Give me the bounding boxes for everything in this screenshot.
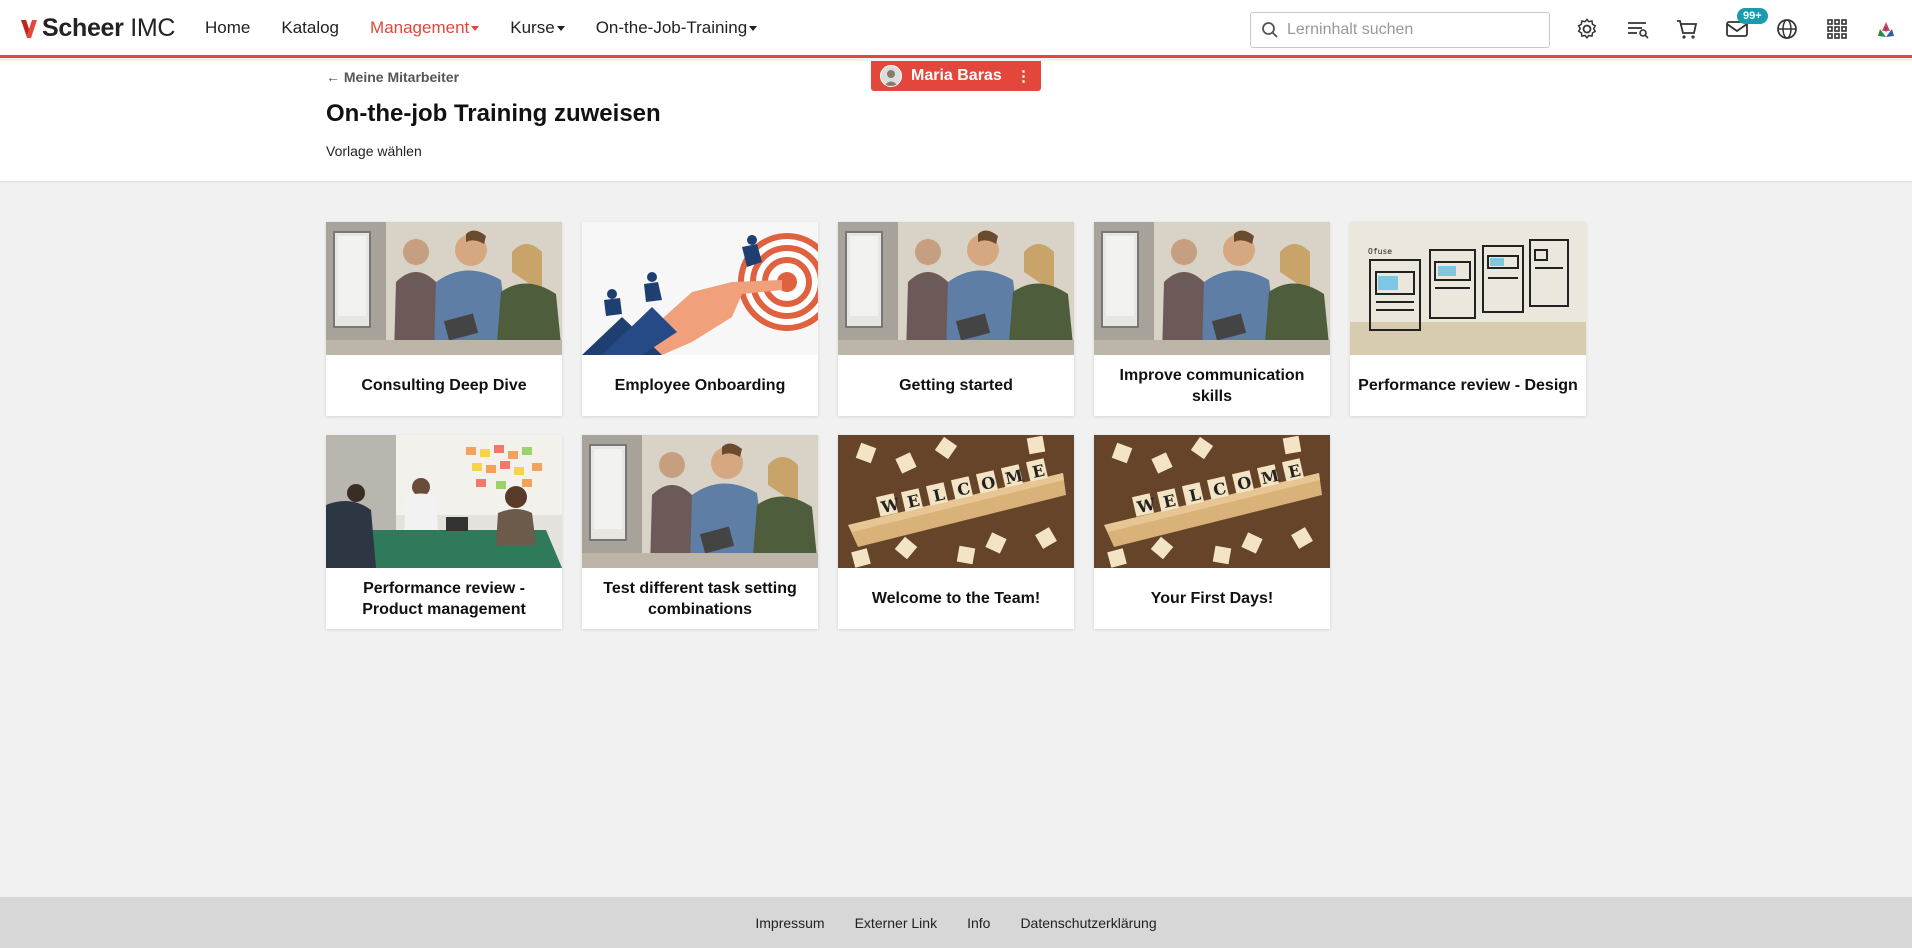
cart-icon — [1677, 20, 1698, 39]
footer-link-externer-link[interactable]: Externer Link — [855, 915, 937, 931]
card-title: Improve communication skills — [1119, 366, 1305, 405]
footer-link-info[interactable]: Info — [967, 915, 990, 931]
card-title: Performance review - Product management — [362, 579, 526, 618]
apps-grid-icon — [1827, 19, 1847, 39]
app-logo-button[interactable] — [1874, 17, 1898, 41]
globe-icon — [1777, 19, 1797, 39]
card-image — [838, 222, 1074, 355]
scheer-logo-icon — [21, 19, 37, 38]
back-link[interactable]: ← Meine Mitarbeiter — [326, 69, 459, 85]
playlist-search-icon — [1628, 22, 1649, 39]
card-image — [582, 222, 818, 355]
nav-kurse[interactable]: Kurse — [510, 18, 565, 38]
brand-logo[interactable]: Scheer IMC — [20, 14, 175, 43]
template-card-performance-review-design[interactable]: Performance review - Design — [1350, 222, 1586, 416]
card-title: Consulting Deep Dive — [361, 377, 527, 394]
card-title: Your First Days! — [1150, 590, 1274, 607]
page-subtitle: Vorlage wählen — [326, 143, 422, 159]
user-name: Maria Baras — [911, 67, 1002, 84]
template-card-test-different-task-setting-combinations[interactable]: Test different task setting combinations — [582, 435, 818, 629]
template-card-your-first-days[interactable]: Your First Days! — [1094, 435, 1330, 629]
nav-katalog[interactable]: Katalog — [281, 18, 339, 38]
template-card-consulting-deep-dive[interactable]: Consulting Deep Dive — [326, 222, 562, 416]
brand-name: Scheer IMC — [42, 14, 176, 42]
card-title: Employee Onboarding — [614, 377, 786, 394]
card-image — [838, 435, 1074, 568]
footer: Impressum Externer Link Info Datenschutz… — [0, 897, 1912, 948]
nav-management[interactable]: Management — [370, 18, 480, 38]
card-title: Performance review - Design — [1358, 377, 1578, 394]
card-image — [1094, 435, 1330, 568]
card-image — [582, 435, 818, 568]
arrow-left-icon: ← — [326, 69, 340, 85]
nav-home[interactable]: Home — [205, 18, 250, 38]
top-navigation-bar: Scheer IMC Home Katalog Management Kurse… — [0, 0, 1912, 58]
card-title: Test different task setting combinations — [603, 579, 797, 618]
card-image — [326, 435, 562, 568]
caret-down-icon — [556, 25, 565, 31]
app-logo-icon — [1878, 22, 1894, 37]
settings-button[interactable] — [1575, 17, 1599, 41]
template-card-welcome-to-the-team[interactable]: Welcome to the Team! — [838, 435, 1074, 629]
main-nav: Home Katalog Management Kurse On-the-Job… — [205, 18, 788, 38]
card-title: Welcome to the Team! — [871, 590, 1041, 607]
template-card-improve-communication-skills[interactable]: Improve communication skills — [1094, 222, 1330, 416]
avatar — [880, 65, 902, 87]
card-title: Getting started — [899, 377, 1013, 394]
caret-down-icon — [749, 25, 758, 31]
apps-button[interactable] — [1825, 17, 1849, 41]
user-avatar-icon — [881, 66, 901, 86]
card-image — [326, 222, 562, 355]
footer-link-datenschutz[interactable]: Datenschutzerklärung — [1020, 915, 1156, 931]
playlist-search-button[interactable] — [1626, 17, 1650, 41]
more-vertical-icon[interactable]: ⋮ — [1016, 67, 1031, 85]
page-title: On-the-job Training zuweisen — [326, 100, 661, 127]
language-button[interactable] — [1775, 17, 1799, 41]
gear-icon — [1577, 18, 1597, 39]
card-image — [1094, 222, 1330, 355]
selected-user-chip[interactable]: Maria Baras ⋮ — [871, 61, 1041, 91]
template-card-getting-started[interactable]: Getting started — [838, 222, 1074, 416]
card-image — [1350, 222, 1586, 355]
nav-on-the-job-training[interactable]: On-the-Job-Training — [596, 18, 758, 38]
template-card-performance-review-product-management[interactable]: Performance review - Product management — [326, 435, 562, 629]
search-icon — [1262, 22, 1278, 38]
caret-down-icon — [471, 25, 480, 31]
notification-badge: 99+ — [1737, 8, 1768, 24]
template-card-employee-onboarding[interactable]: Employee Onboarding — [582, 222, 818, 416]
search-box — [1250, 12, 1550, 48]
cart-button[interactable] — [1675, 17, 1699, 41]
search-input[interactable] — [1287, 21, 1537, 39]
footer-link-impressum[interactable]: Impressum — [755, 915, 824, 931]
